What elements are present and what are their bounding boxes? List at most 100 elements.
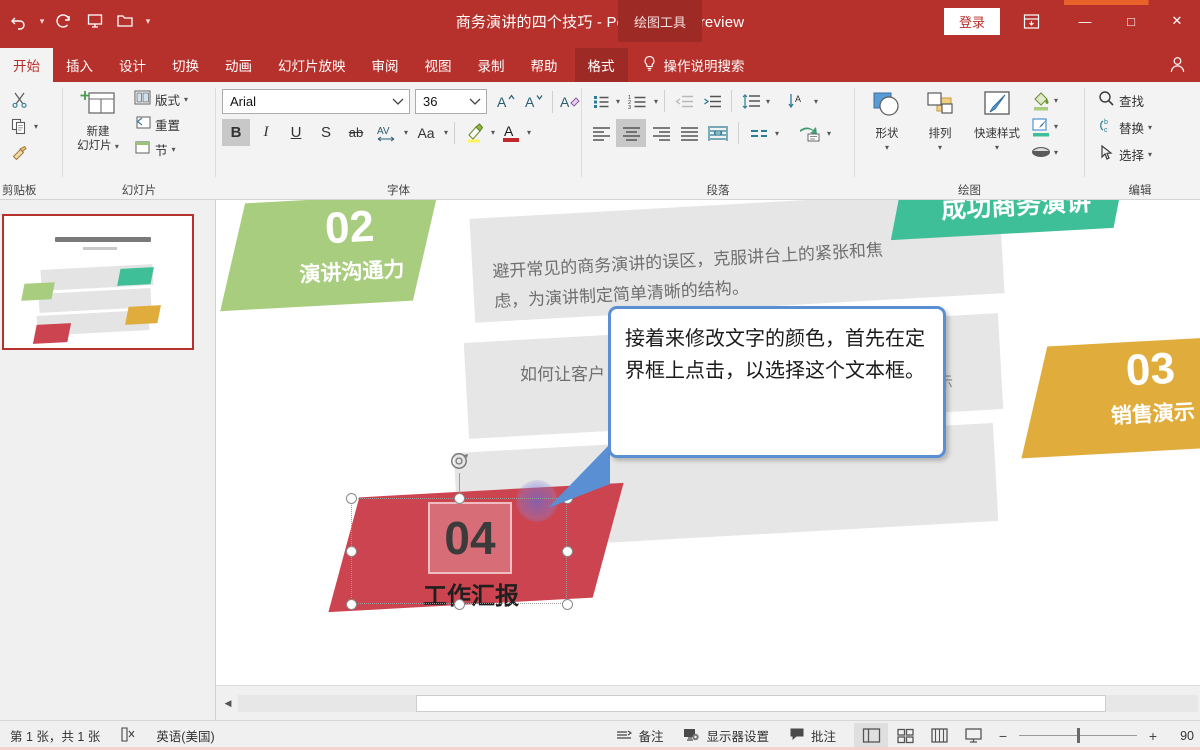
select-caret-icon[interactable]: ▾ [1148, 150, 1152, 159]
strikethrough-button[interactable]: ab [342, 119, 370, 146]
slide-canvas-area[interactable]: 成功商务演讲 02 演讲沟通力 03 销售演示 避开常见的商务演讲的误区，克服讲… [216, 200, 1200, 685]
font-color-button[interactable]: A [497, 119, 525, 146]
zoom-out-button[interactable]: − [996, 728, 1010, 744]
numbering-button[interactable]: 123 [622, 88, 652, 114]
slide-counter[interactable]: 第 1 张，共 1 张 [0, 721, 110, 750]
find-button[interactable]: 查找 [1093, 88, 1149, 112]
tab-record[interactable]: 录制 [465, 48, 518, 82]
shape-effects-caret-icon[interactable]: ▾ [1054, 148, 1058, 157]
tab-transitions[interactable]: 切换 [159, 48, 212, 82]
slide-sorter-view-button[interactable] [888, 723, 922, 749]
align-text-button[interactable] [745, 120, 773, 146]
ribbon-display-options-icon[interactable] [1014, 6, 1048, 36]
smartart-button[interactable] [795, 120, 825, 146]
tab-animations[interactable]: 动画 [212, 48, 265, 82]
align-center-button[interactable] [616, 119, 646, 147]
callout-box[interactable]: 接着来修改文字的颜色，首先在定界框上点击，以选择这个文本框。 [608, 306, 946, 458]
text-direction-caret-icon[interactable]: ▾ [814, 97, 818, 106]
decrease-font-size-button[interactable]: A [520, 88, 548, 115]
align-right-button[interactable] [648, 120, 674, 146]
shape-fill-button[interactable] [1028, 88, 1054, 112]
underline-button[interactable]: U [282, 119, 310, 146]
resize-handle-w[interactable] [346, 546, 357, 557]
shapes-caret-icon[interactable]: ▾ [885, 141, 889, 155]
italic-button[interactable]: I [252, 119, 280, 146]
shapes-button[interactable]: 形状 ▾ [861, 86, 913, 155]
quick-styles-button[interactable]: 快速样式 ▾ [967, 86, 1027, 155]
replace-button[interactable]: bc 替换 ▾ [1093, 115, 1157, 139]
copy-caret-icon[interactable]: ▾ [34, 122, 38, 131]
new-slide-button[interactable]: 新建 幻灯片 ▾ [69, 84, 127, 154]
line-spacing-caret-icon[interactable]: ▾ [766, 97, 770, 106]
comments-button[interactable]: 批注 [779, 721, 846, 750]
customize-qat-caret-icon[interactable]: ▾ [140, 4, 156, 38]
section-caret-icon[interactable]: ▾ [172, 145, 176, 154]
smartart-caret-icon[interactable]: ▾ [827, 129, 831, 138]
arrange-caret-icon[interactable]: ▾ [938, 141, 942, 155]
text-shadow-button[interactable]: S [312, 119, 340, 146]
decrease-indent-button[interactable] [671, 88, 697, 114]
tab-format[interactable]: 格式 [574, 48, 628, 82]
font-size-chevron-down-icon[interactable] [468, 94, 482, 109]
shape-outline-button[interactable] [1028, 114, 1054, 138]
text-direction-button[interactable]: A [784, 88, 812, 114]
shape-effects-button[interactable] [1028, 140, 1054, 164]
tab-design[interactable]: 设计 [106, 48, 159, 82]
text-highlight-caret-icon[interactable]: ▾ [491, 128, 495, 137]
justify-button[interactable] [676, 120, 702, 146]
cut-button[interactable] [4, 86, 34, 112]
tell-me-search[interactable]: 操作说明搜索 [628, 48, 755, 82]
zoom-knob[interactable] [1077, 728, 1080, 743]
reading-view-button[interactable] [922, 723, 956, 749]
change-case-caret-icon[interactable]: ▾ [444, 128, 448, 137]
replace-caret-icon[interactable]: ▾ [1148, 123, 1152, 132]
resize-handle-s[interactable] [454, 599, 465, 610]
account-icon[interactable] [1160, 48, 1194, 80]
zoom-slider[interactable]: − + [990, 728, 1166, 744]
tab-home[interactable]: 开始 [0, 48, 53, 82]
slideshow-view-button[interactable] [956, 723, 990, 749]
font-color-caret-icon[interactable]: ▾ [527, 128, 531, 137]
zoom-track[interactable] [1019, 728, 1137, 743]
slide-thumbnail-pane[interactable] [0, 200, 216, 720]
scroll-left-arrow-icon[interactable]: ◀ [220, 695, 236, 711]
undo-icon[interactable] [4, 4, 34, 38]
reset-button[interactable]: 重置 [129, 112, 193, 136]
display-settings-button[interactable]: 显示器设置 [673, 721, 779, 750]
tab-view[interactable]: 视图 [412, 48, 465, 82]
rotate-handle-icon[interactable] [448, 450, 470, 472]
numbering-caret-icon[interactable]: ▾ [654, 97, 658, 106]
undo-caret-icon[interactable]: ▾ [34, 4, 50, 38]
character-spacing-caret-icon[interactable]: ▾ [404, 128, 408, 137]
resize-handle-sw[interactable] [346, 599, 357, 610]
copy-button[interactable] [4, 113, 34, 139]
horizontal-scroll-track[interactable] [238, 694, 1198, 712]
tab-help[interactable]: 帮助 [518, 48, 571, 82]
increase-indent-button[interactable] [699, 88, 725, 114]
zoom-in-button[interactable]: + [1146, 728, 1160, 744]
change-case-button[interactable]: Aa [410, 119, 442, 146]
resize-handle-nw[interactable] [346, 493, 357, 504]
spellcheck-status[interactable] [110, 721, 146, 750]
arrange-button[interactable]: 排列 ▾ [914, 86, 966, 155]
language-status[interactable]: 英语(美国) [146, 721, 224, 750]
normal-view-button[interactable] [854, 722, 888, 749]
columns-button[interactable] [704, 120, 732, 146]
maximize-button[interactable]: □ [1108, 0, 1154, 42]
resize-handle-se[interactable] [562, 599, 573, 610]
align-left-button[interactable] [588, 120, 614, 146]
horizontal-scroll-thumb[interactable] [416, 694, 1106, 712]
minimize-button[interactable]: — [1062, 0, 1108, 42]
bullets-caret-icon[interactable]: ▾ [616, 97, 620, 106]
layout-button[interactable]: 版式 ▾ [129, 87, 193, 111]
shape-outline-caret-icon[interactable]: ▾ [1054, 122, 1058, 131]
align-text-caret-icon[interactable]: ▾ [775, 129, 779, 138]
quick-styles-caret-icon[interactable]: ▾ [995, 141, 999, 155]
bold-button[interactable]: B [222, 119, 250, 146]
tab-insert[interactable]: 插入 [53, 48, 106, 82]
section-button[interactable]: 节 ▾ [129, 137, 193, 161]
clear-formatting-button[interactable]: A [557, 88, 585, 115]
tab-slideshow[interactable]: 幻灯片放映 [265, 48, 359, 82]
redo-icon[interactable] [50, 4, 80, 38]
notes-button[interactable]: 备注 [606, 721, 673, 750]
